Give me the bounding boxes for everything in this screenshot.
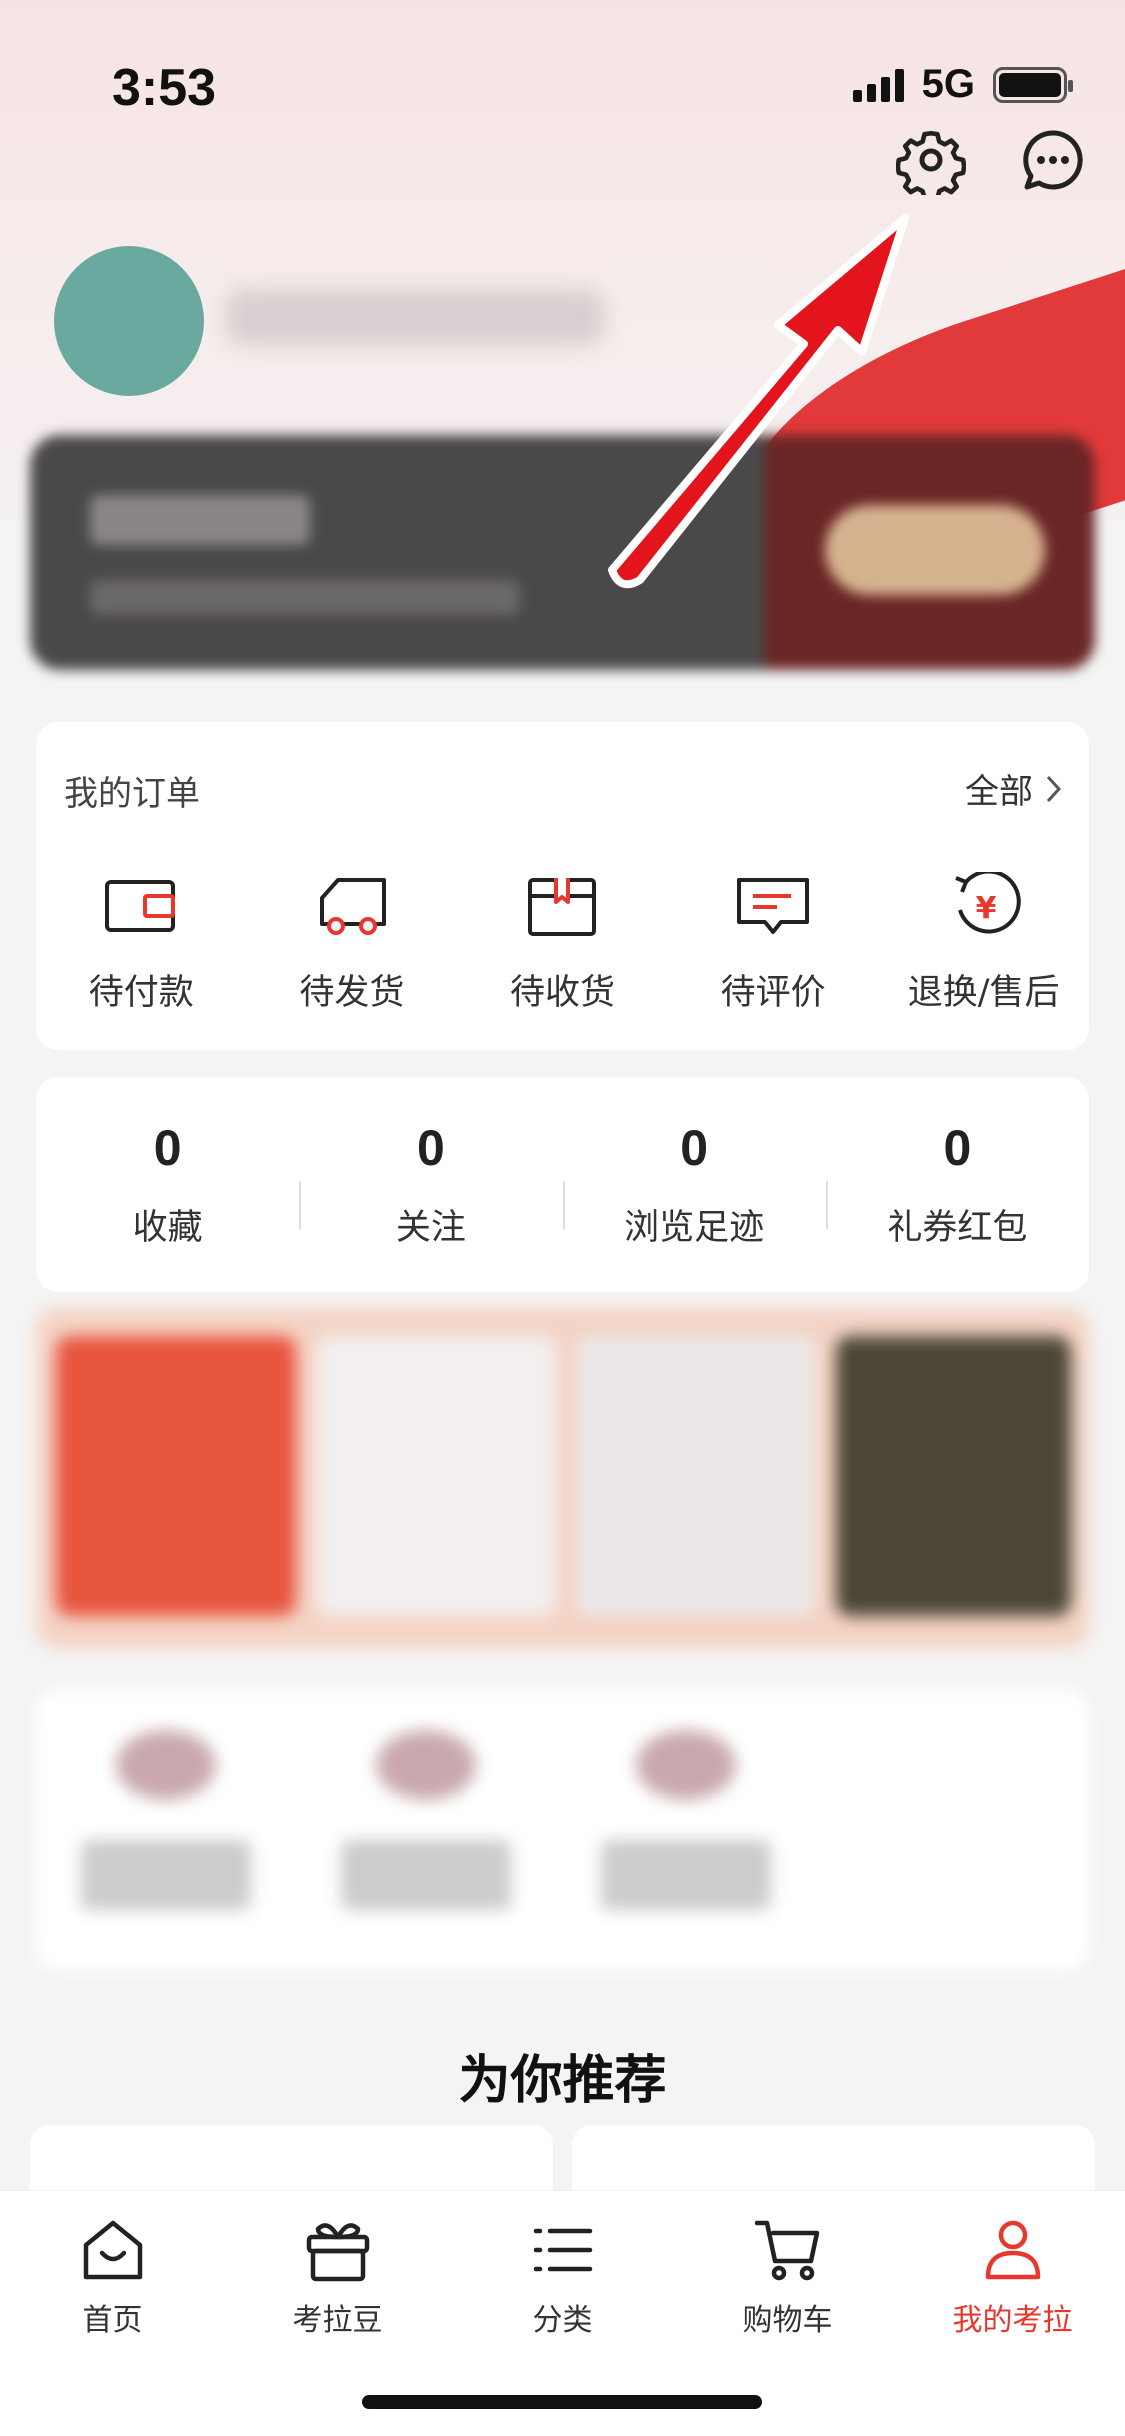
stat-following[interactable]: 0 关注	[299, 1119, 562, 1250]
shortcut-icon	[376, 1730, 476, 1800]
status-time: 3:53	[112, 59, 217, 117]
banner-title-blurred	[90, 495, 310, 545]
list-icon	[533, 2228, 592, 2272]
refund-icon: ¥	[954, 872, 1021, 934]
home-icon	[83, 2220, 142, 2280]
membership-banner[interactable]	[30, 435, 1095, 670]
stat-label: 收藏	[132, 1208, 203, 1248]
order-refund-service[interactable]: ¥ 退换/售后	[878, 872, 1089, 1015]
orders-all-label: 全部	[965, 772, 1033, 812]
stat-value: 0	[416, 1120, 445, 1176]
tab-home[interactable]: 首页	[0, 2191, 225, 2351]
tab-category[interactable]: 分类	[450, 2191, 675, 2351]
tab-label: 考拉豆	[292, 2303, 383, 2338]
order-pending-receipt[interactable]: 待收货	[457, 872, 668, 1015]
shortcut-icon	[116, 1730, 216, 1800]
stats-card: 0 收藏 0 关注 0 浏览足迹 0 礼券红包	[36, 1077, 1089, 1292]
banner-action-button[interactable]	[825, 505, 1045, 595]
comment-icon	[737, 878, 810, 934]
avatar[interactable]	[54, 246, 204, 396]
banner-subtitle-blurred	[90, 580, 520, 615]
battery-icon	[993, 66, 1073, 103]
shortcut-label	[341, 1840, 511, 1910]
shortcut-icon	[636, 1730, 736, 1800]
promo-tile	[576, 1336, 816, 1616]
gift-icon	[306, 2223, 369, 2282]
home-indicator	[362, 2395, 762, 2409]
cart-icon	[754, 2220, 819, 2281]
tab-label: 首页	[82, 2303, 143, 2338]
network-label: 5G	[921, 62, 975, 106]
chevron-right-icon	[1046, 775, 1062, 802]
shortcut-label	[601, 1840, 771, 1910]
shortcut-section-blurred	[36, 1690, 1089, 1970]
stat-value: 0	[943, 1120, 972, 1176]
tab-label: 购物车	[742, 2303, 833, 2338]
order-pending-review[interactable]: 待评价	[668, 872, 879, 1015]
order-pending-payment[interactable]: 待付款	[36, 872, 247, 1015]
order-pending-shipment[interactable]: 待发货	[247, 872, 458, 1015]
order-item-label: 待付款	[88, 973, 194, 1013]
stat-value: 0	[153, 1120, 182, 1176]
stat-value: 0	[680, 1120, 709, 1176]
recommend-title: 为你推荐	[458, 2051, 667, 2111]
svg-text:¥: ¥	[975, 891, 996, 926]
orders-all-link[interactable]: 全部	[965, 764, 1063, 813]
signal-icon	[852, 68, 904, 102]
user-icon	[985, 2220, 1040, 2280]
package-icon	[528, 878, 597, 936]
stat-label: 礼券红包	[887, 1208, 1028, 1248]
chat-bubble-icon[interactable]	[1018, 125, 1088, 195]
promo-tile	[836, 1336, 1071, 1616]
username-blurred	[225, 288, 605, 346]
tab-my-koala[interactable]: 我的考拉	[900, 2191, 1125, 2351]
tab-koala-beans[interactable]: 考拉豆	[225, 2191, 450, 2351]
promo-tile	[56, 1336, 296, 1616]
stat-favorites[interactable]: 0 收藏	[36, 1119, 299, 1250]
stat-coupons[interactable]: 0 礼券红包	[825, 1119, 1089, 1250]
wallet-icon	[105, 880, 176, 932]
gear-icon[interactable]	[895, 125, 967, 202]
stat-label: 浏览足迹	[624, 1208, 765, 1248]
shortcut-label	[81, 1840, 251, 1910]
tab-label: 分类	[532, 2303, 593, 2338]
tab-label: 我的考拉	[952, 2303, 1073, 2338]
stat-history[interactable]: 0 浏览足迹	[562, 1119, 826, 1250]
order-item-label: 待发货	[299, 973, 405, 1013]
stat-label: 关注	[395, 1208, 466, 1248]
orders-card: 我的订单 全部 待付款 待发货 待收货 待评价 ¥ 退换/售后	[36, 722, 1089, 1050]
order-item-label: 退换/售后	[907, 973, 1060, 1013]
truck-icon	[319, 878, 386, 935]
order-item-label: 待评价	[720, 973, 826, 1013]
promo-banner-blurred[interactable]	[36, 1308, 1089, 1648]
order-item-label: 待收货	[509, 973, 615, 1013]
orders-title: 我的订单	[64, 774, 200, 814]
promo-tile	[316, 1336, 556, 1616]
status-indicators: 5G	[852, 62, 1073, 107]
tab-cart[interactable]: 购物车	[675, 2191, 900, 2351]
